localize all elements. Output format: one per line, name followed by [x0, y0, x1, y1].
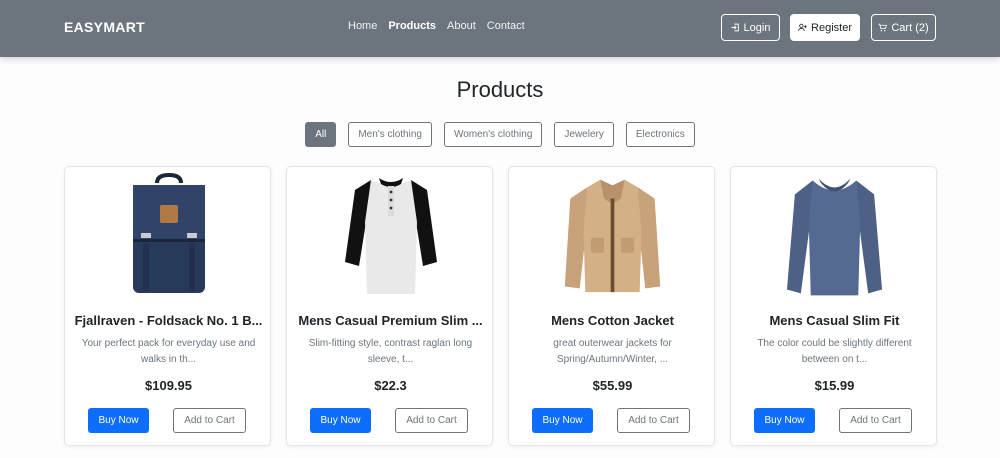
buy-now-button[interactable]: Buy Now [88, 408, 149, 433]
nav-link-products[interactable]: Products [388, 20, 436, 32]
cart-icon [878, 23, 888, 32]
page-title: Products [456, 77, 544, 102]
login-icon [731, 23, 739, 32]
buy-now-button[interactable]: Buy Now [754, 408, 815, 433]
product-card: Mens Casual Slim Fit The color could be … [730, 166, 937, 446]
register-button[interactable]: Register [790, 14, 860, 41]
product-image-raglan-shirt[interactable] [339, 171, 442, 299]
product-title[interactable]: Mens Casual Slim Fit [739, 313, 930, 328]
category-filters: All Men's clothing Women's clothing Jewe… [0, 122, 1000, 147]
nav-link-contact[interactable]: Contact [487, 20, 525, 32]
product-image-backpack[interactable] [117, 171, 220, 299]
product-title[interactable]: Fjallraven - Foldsack No. 1 B... [73, 313, 264, 328]
filter-womens-clothing[interactable]: Women's clothing [443, 122, 543, 147]
nav-link-about[interactable]: About [447, 20, 476, 32]
login-label: Login [743, 21, 771, 34]
user-add-icon [798, 23, 807, 31]
product-price: $15.99 [814, 378, 855, 393]
product-description: The color could be slightly different be… [757, 338, 912, 365]
add-to-cart-button[interactable]: Add to Cart [617, 408, 690, 433]
add-to-cart-button[interactable]: Add to Cart [839, 408, 912, 433]
cart-label: Cart (2) [891, 21, 929, 34]
product-description: Your perfect pack for everyday use and w… [81, 338, 256, 365]
product-card: Fjallraven - Foldsack No. 1 B... Your pe… [64, 166, 271, 446]
nav-links: Home Products About Contact [348, 20, 525, 32]
buy-now-button[interactable]: Buy Now [532, 408, 593, 433]
login-button[interactable]: Login [721, 14, 780, 41]
buy-now-button[interactable]: Buy Now [310, 408, 371, 433]
product-title[interactable]: Mens Casual Premium Slim ... [295, 313, 486, 328]
product-card: Mens Casual Premium Slim ... Slim-fittin… [286, 166, 493, 446]
cart-button[interactable]: Cart (2) [871, 14, 936, 41]
product-description: Slim-fitting style, contrast raglan long… [308, 338, 473, 365]
product-description: great outerwear jackets for Spring/Autum… [553, 338, 672, 365]
product-price: $22.3 [374, 378, 407, 393]
nav-link-home[interactable]: Home [348, 20, 377, 32]
filter-jewelery[interactable]: Jewelery [554, 122, 614, 147]
filter-electronics[interactable]: Electronics [625, 122, 695, 147]
add-to-cart-button[interactable]: Add to Cart [395, 408, 468, 433]
register-label: Register [811, 21, 852, 34]
navbar: EASYMART Home Products About Contact Log… [0, 0, 1000, 57]
brand-logo[interactable]: EASYMART [64, 19, 145, 35]
product-price: $109.95 [145, 378, 192, 393]
product-image-long-sleeve-tee[interactable] [783, 171, 886, 299]
product-card: Mens Cotton Jacket great outerwear jacke… [508, 166, 715, 446]
product-image-jacket[interactable] [561, 171, 664, 299]
add-to-cart-button[interactable]: Add to Cart [173, 408, 246, 433]
product-price: $55.99 [592, 378, 633, 393]
filter-all[interactable]: All [305, 122, 337, 147]
filter-mens-clothing[interactable]: Men's clothing [348, 122, 432, 147]
product-title[interactable]: Mens Cotton Jacket [517, 313, 708, 328]
